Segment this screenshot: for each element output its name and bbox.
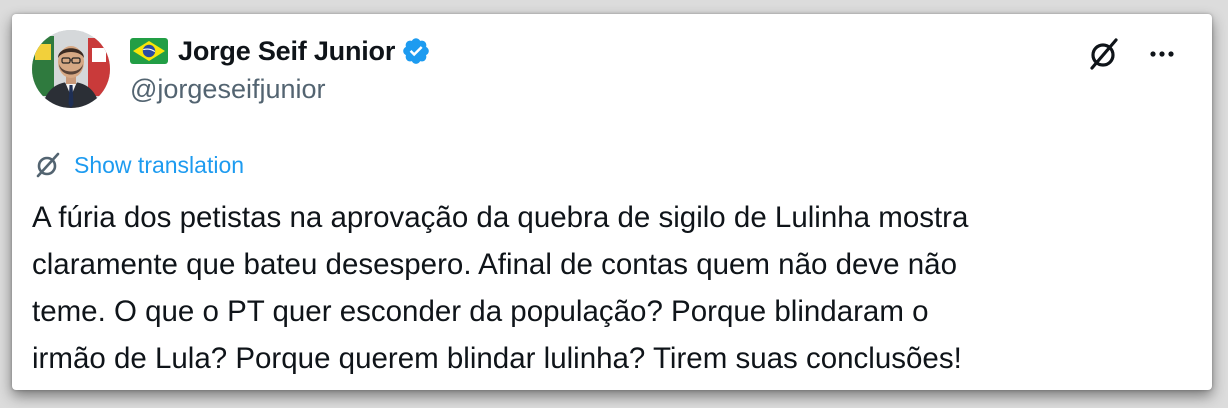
avatar-photo	[32, 30, 110, 108]
author-handle[interactable]: @jorgeseifjunior	[130, 74, 326, 105]
tweet-text: A fúria dos petistas na aprovação da que…	[32, 194, 1197, 382]
tweet-text-line: A fúria dos petistas na aprovação da que…	[32, 201, 969, 234]
author-name[interactable]: Jorge Seif Junior	[178, 36, 395, 67]
grok-icon	[36, 152, 60, 178]
show-translation-link[interactable]: Show translation	[32, 148, 244, 182]
grok-icon[interactable]	[1084, 34, 1124, 74]
tweet-text-line: claramente que bateu desespero. Afinal d…	[32, 248, 957, 281]
avatar[interactable]	[32, 30, 110, 108]
verified-badge-icon[interactable]	[401, 36, 431, 66]
more-options-icon[interactable]	[1142, 34, 1182, 74]
tweet-text-line: teme. O que o PT quer esconder da popula…	[32, 295, 929, 328]
author-name-row: Jorge Seif Junior	[130, 34, 431, 68]
tweet-card: Jorge Seif Junior @jorgeseifjunior Show …	[12, 14, 1212, 390]
tweet-text-line: irmão de Lula? Porque querem blindar lul…	[32, 342, 962, 375]
show-translation-label[interactable]: Show translation	[74, 152, 244, 179]
brazil-flag-icon	[130, 38, 168, 64]
